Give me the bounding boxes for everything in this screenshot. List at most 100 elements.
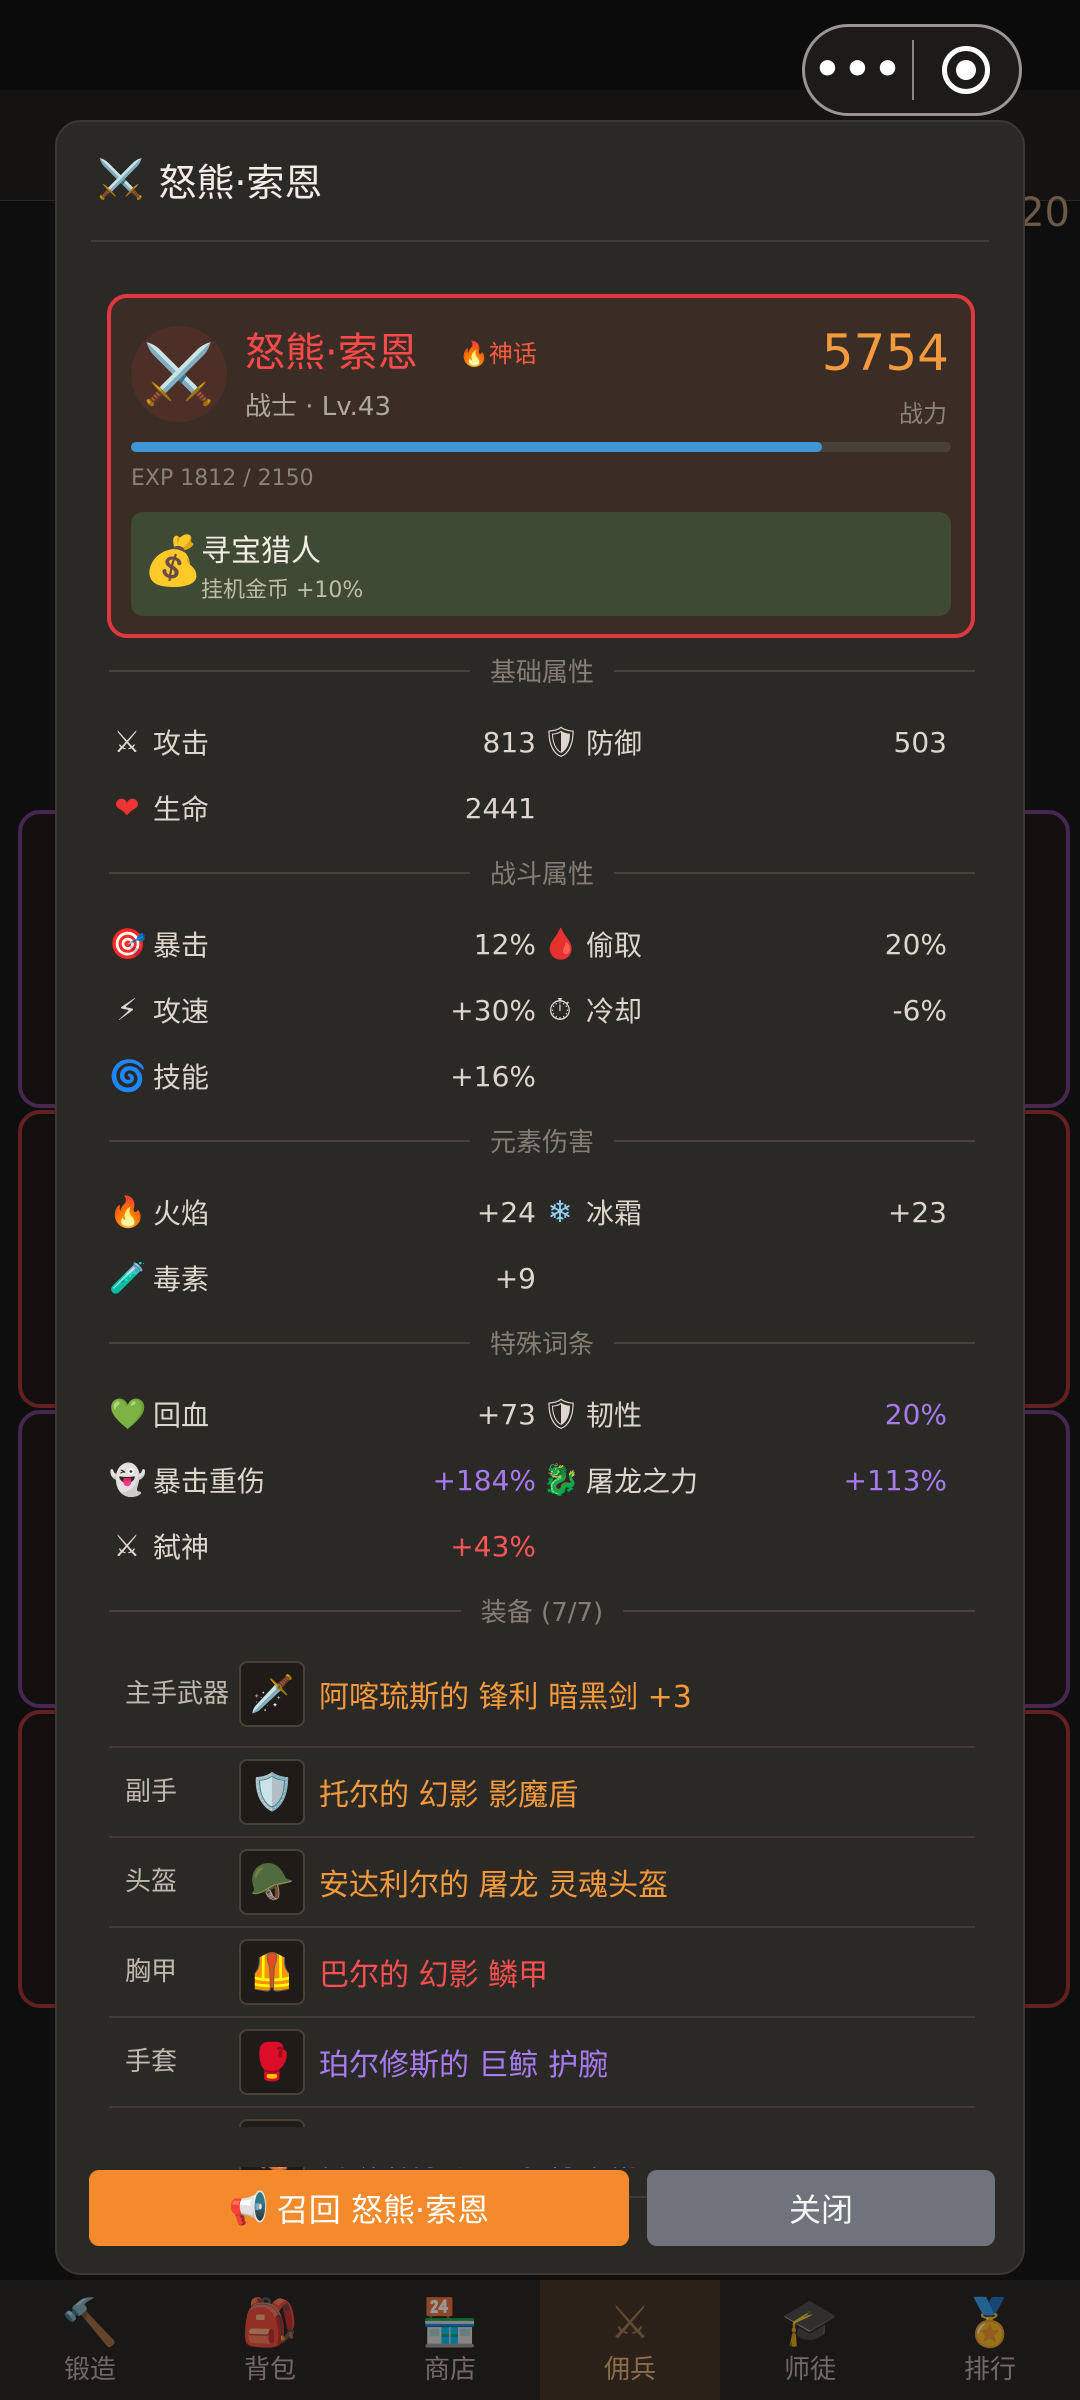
nav-item-forge[interactable]: 🔨 锻造 — [0, 2280, 180, 2400]
equip-slot-label: 主手武器 — [125, 1679, 230, 1709]
backpack-icon: 🎒 — [241, 2294, 299, 2349]
bracer-icon: 🥊 — [239, 2029, 305, 2095]
section-title: 元素伤害 — [490, 1128, 595, 1158]
stat-regen: 💚 回血 +73 — [109, 1389, 542, 1439]
nav-item-bag[interactable]: 🎒 背包 — [180, 2280, 360, 2400]
hero-avatar: ⚔️ — [131, 326, 227, 422]
stat-attack: ⚔ 攻击 813 — [109, 717, 542, 767]
rarity-badge: 🔥神话 — [459, 334, 537, 369]
stat-cooldown: ⏱ 冷却 -6% — [542, 985, 975, 1035]
stat-skill: 🌀 技能 +16% — [109, 1051, 542, 1101]
miniprogram-capsule: ••• — [802, 24, 1022, 116]
swirl-icon: 🌀 — [109, 1058, 147, 1094]
equipment-row-gloves[interactable]: 手套 🥊 珀尔修斯的 巨鲸 护腕 — [109, 2018, 975, 2108]
nav-item-shop[interactable]: 🏪 商店 — [360, 2280, 540, 2400]
bottom-nav: 🔨 锻造 🎒 背包 🏪 商店 ⚔ 佣兵 🎓 师徒 🏅 排行 — [0, 2280, 1080, 2400]
equip-name: 托尔的 幻影 影魔盾 — [319, 1778, 579, 1813]
recall-button[interactable]: 📢 召回 怒熊·索恩 — [89, 2170, 629, 2246]
heart-icon: ❤ — [114, 790, 140, 826]
crossed-swords-icon: ⚔️ — [97, 157, 145, 201]
section-header-basic: 基础属性 — [109, 652, 975, 689]
stat-label: 攻击 — [153, 727, 210, 760]
stat-value: +30% — [450, 993, 536, 1027]
stat-value: +73 — [476, 1397, 536, 1431]
combat-power-value: 5754 — [821, 324, 949, 382]
equipment-row-main-hand[interactable]: 主手武器 🗡️ 阿喀琉斯的 锋利 暗黑剑 +3 — [109, 1642, 975, 1748]
exp-text: EXP 1812 / 2150 — [131, 466, 314, 491]
stat-row: ⚡ 攻速 +30% ⏱ 冷却 -6% — [109, 985, 975, 1035]
section-title: 战斗属性 — [490, 860, 595, 890]
lightning-icon: ⚡ — [116, 992, 138, 1028]
hero-detail-modal: ⚔️ 怒熊·索恩 ⚔️ 怒熊·索恩 🔥神话 战士 · Lv.43 5754 战力… — [55, 120, 1025, 2275]
stat-value: 813 — [482, 725, 536, 759]
stat-value: +113% — [843, 1463, 947, 1497]
more-menu-button[interactable]: ••• — [805, 48, 912, 92]
stat-label: 防御 — [586, 727, 643, 760]
stat-label: 火焰 — [153, 1197, 210, 1230]
stat-label: 回血 — [153, 1399, 210, 1432]
close-button[interactable]: 关闭 — [647, 2170, 995, 2246]
stat-label: 暴击重伤 — [153, 1465, 266, 1498]
stat-crit: 🎯 暴击 12% — [109, 919, 542, 969]
stopwatch-icon: ⏱ — [548, 992, 572, 1028]
nav-label: 背包 — [243, 2354, 296, 2385]
nav-item-mentor[interactable]: 🎓 师徒 — [720, 2280, 900, 2400]
section-header-combat: 战斗属性 — [109, 854, 975, 891]
capsule-close-button[interactable] — [914, 46, 1019, 94]
equip-slot-label: 头盔 — [125, 1867, 178, 1897]
equip-slot-label: 副手 — [125, 1777, 178, 1807]
sword-icon: 🗡️ — [239, 1661, 305, 1727]
money-bag-icon: 💰 — [143, 533, 203, 589]
hero-class-level: 战士 · Lv.43 — [245, 392, 391, 422]
stat-value: 20% — [884, 1397, 947, 1431]
stat-row: ⚔ 弑神 +43% — [109, 1521, 975, 1571]
stat-label: 暴击 — [153, 929, 210, 962]
stat-label: 屠龙之力 — [586, 1465, 699, 1498]
dragon-icon: 🐉 — [542, 1462, 580, 1498]
stat-label: 冷却 — [586, 995, 643, 1028]
equip-slot-label: 手套 — [125, 2047, 178, 2077]
stat-value: 12% — [473, 927, 536, 961]
sword-icon: ⚔ — [113, 1528, 141, 1564]
equipment-row-chest[interactable]: 胸甲 🦺 巴尔的 幻影 鳞甲 — [109, 1928, 975, 2018]
exit-target-icon — [942, 46, 991, 94]
stat-value: +184% — [432, 1463, 536, 1497]
armor-icon: 🦺 — [239, 1939, 305, 2005]
section-header-special: 特殊词条 — [109, 1324, 975, 1361]
stat-godslayer: ⚔ 弑神 +43% — [109, 1521, 542, 1571]
nav-item-mercenary[interactable]: ⚔ 佣兵 — [540, 2280, 720, 2400]
stat-label: 技能 — [153, 1061, 210, 1094]
equipment-row-helmet[interactable]: 头盔 🪖 安达利尔的 屠龙 灵魂头盔 — [109, 1838, 975, 1928]
nav-item-ranking[interactable]: 🏅 排行 — [900, 2280, 1080, 2400]
trait-name: 寻宝猎人 — [201, 534, 321, 569]
equip-name: 珀尔修斯的 巨鲸 护腕 — [319, 2048, 609, 2083]
stat-label: 攻速 — [153, 995, 210, 1028]
stat-row: 🌀 技能 +16% — [109, 1051, 975, 1101]
green-heart-icon: 💚 — [109, 1396, 147, 1432]
sword-icon: ⚔ — [113, 724, 141, 760]
equipment-row-off-hand[interactable]: 副手 🛡️ 托尔的 幻影 影魔盾 — [109, 1748, 975, 1838]
snowflake-icon: ❄ — [547, 1194, 573, 1230]
scroll-clip — [57, 2127, 1023, 2167]
ghost-icon: 👻 — [109, 1462, 147, 1498]
stat-label: 弑神 — [153, 1531, 210, 1564]
equip-name: 巴尔的 幻影 鳞甲 — [319, 1958, 549, 1993]
stat-dragon-slayer: 🐉 屠龙之力 +113% — [542, 1455, 975, 1505]
hero-summary-card: ⚔️ 怒熊·索恩 🔥神话 战士 · Lv.43 5754 战力 EXP 1812… — [107, 294, 975, 638]
modal-title: ⚔️ 怒熊·索恩 — [97, 152, 322, 207]
nav-label: 师徒 — [783, 2354, 836, 2385]
equip-name: 阿喀琉斯的 锋利 暗黑剑 +3 — [319, 1680, 692, 1715]
combat-power-label: 战力 — [899, 400, 947, 428]
stat-value: +24 — [476, 1195, 536, 1229]
stat-label: 毒素 — [153, 1263, 210, 1296]
stat-tenacity: 🛡 韧性 20% — [542, 1389, 975, 1439]
nav-label: 商店 — [423, 2354, 476, 2385]
section-header-element: 元素伤害 — [109, 1122, 975, 1159]
stat-value: -6% — [892, 993, 947, 1027]
rarity-label: 神话 — [488, 340, 537, 368]
stat-row: 🧪 毒素 +9 — [109, 1253, 975, 1303]
stat-fire: 🔥 火焰 +24 — [109, 1187, 542, 1237]
nav-label: 锻造 — [63, 2354, 116, 2385]
stat-row: 🎯 暴击 12% 🩸 偷取 20% — [109, 919, 975, 969]
stat-attack-speed: ⚡ 攻速 +30% — [109, 985, 542, 1035]
